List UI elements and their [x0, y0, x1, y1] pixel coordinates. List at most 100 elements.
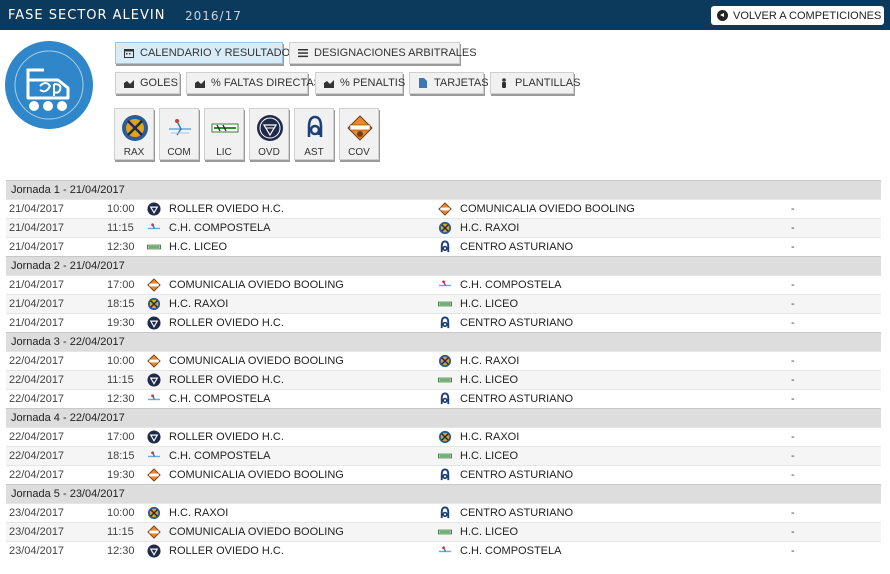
- match-date: 21/04/2017: [9, 279, 65, 291]
- away-team: CENTRO ASTURIANO: [460, 469, 574, 481]
- home-team: ROLLER OVIEDO H.C.: [169, 431, 284, 443]
- jornada-header: Jornada 3 - 22/04/2017: [6, 332, 881, 351]
- match-date: 23/04/2017: [9, 507, 65, 519]
- team-button-ast[interactable]: AST: [294, 108, 334, 160]
- list-icon: [298, 48, 308, 58]
- tab-goles[interactable]: GOLES: [115, 72, 180, 94]
- match-date: 22/04/2017: [9, 393, 65, 405]
- match-date: 21/04/2017: [9, 317, 65, 329]
- match-row[interactable]: 22/04/2017 12:30 C.H. COMPOSTELA CENTRO AST…: [6, 389, 881, 408]
- match-row[interactable]: 22/04/2017 18:15 C.H. COMPOSTELA H.C. LICEO…: [6, 446, 881, 465]
- tab-calendario-resultados[interactable]: CALENDARIO Y RESULTADOS: [115, 42, 298, 64]
- away-team: H.C. LICEO: [460, 374, 519, 386]
- centro-asturiano-crest-icon: [438, 240, 452, 257]
- away-team: CENTRO ASTURIANO: [460, 507, 574, 519]
- home-team: ROLLER OVIEDO H.C.: [169, 545, 284, 557]
- match-date: 22/04/2017: [9, 450, 65, 462]
- match-row[interactable]: 22/04/2017 10:00 COMUNICALIA OVIEDO BOOLIN…: [6, 351, 881, 370]
- comunicalia-oviedo-crest-icon: [347, 115, 373, 141]
- tab-label: % PENALTIS: [340, 77, 406, 89]
- home-team: COMUNICALIA OVIEDO BOOLING: [169, 279, 344, 291]
- home-team: ROLLER OVIEDO H.C.: [169, 317, 284, 329]
- tab-faltas-directas[interactable]: % FALTAS DIRECTAS: [186, 72, 321, 94]
- comunicalia-oviedo-crest-icon: [438, 202, 452, 219]
- results-table: Jornada 1 - 21/04/2017 21/04/2017 10:00 ROL…: [6, 180, 881, 560]
- area-chart-icon: [324, 78, 334, 88]
- match-time: 11:15: [107, 374, 134, 386]
- roller-oviedo-crest-icon: [147, 430, 161, 447]
- team-abbr: COM: [167, 147, 191, 158]
- match-row[interactable]: 21/04/2017 12:30 H.C. LICEO CENTRO ASTURIAN…: [6, 237, 881, 256]
- tab-plantillas[interactable]: PLANTILLAS: [490, 72, 580, 94]
- tab-label: DESIGNACIONES ARBITRALES: [314, 47, 477, 59]
- team-button-cov[interactable]: COV: [339, 108, 379, 160]
- match-date: 22/04/2017: [9, 374, 65, 386]
- match-row[interactable]: 23/04/2017 12:30 ROLLER OVIEDO H.C. C.H. CO…: [6, 541, 881, 560]
- liceo-crest-icon: [438, 525, 452, 542]
- team-button-com[interactable]: COM: [159, 108, 199, 160]
- match-time: 17:00: [107, 279, 135, 291]
- match-row[interactable]: 21/04/2017 17:00 COMUNICALIA OVIEDO BOOLIN…: [6, 275, 881, 294]
- away-team: H.C. RAXOI: [460, 355, 520, 367]
- tab-label: GOLES: [140, 77, 178, 89]
- centro-asturiano-crest-icon: [438, 506, 452, 523]
- raxoi-crest-icon: [147, 506, 161, 523]
- calendar-icon: [124, 48, 134, 58]
- away-team: H.C. LICEO: [460, 298, 519, 310]
- centro-asturiano-crest-icon: [438, 468, 452, 485]
- comunicalia-oviedo-crest-icon: [147, 278, 161, 295]
- tab-label: PLANTILLAS: [515, 77, 581, 89]
- compostela-crest-icon: [147, 221, 161, 238]
- tab-penaltis[interactable]: % PENALTIS: [315, 72, 406, 94]
- team-abbr: OVD: [258, 147, 280, 158]
- match-result: -: [791, 450, 795, 462]
- comunicalia-oviedo-crest-icon: [147, 468, 161, 485]
- away-team: C.H. COMPOSTELA: [460, 545, 562, 557]
- match-time: 12:30: [107, 545, 135, 557]
- compostela-crest-icon: [438, 544, 452, 561]
- match-time: 19:30: [107, 317, 135, 329]
- match-row[interactable]: 23/04/2017 10:00 H.C. RAXOI CENTRO ASTURIAN…: [6, 503, 881, 522]
- match-row[interactable]: 21/04/2017 11:15 C.H. COMPOSTELA H.C. RAXOI…: [6, 218, 881, 237]
- team-button-rax[interactable]: RAX: [114, 108, 154, 160]
- match-result: -: [791, 469, 795, 481]
- match-result: -: [791, 203, 795, 215]
- tab-tarjetas[interactable]: TARJETAS: [409, 72, 489, 94]
- home-team: C.H. COMPOSTELA: [169, 450, 271, 462]
- match-date: 22/04/2017: [9, 355, 65, 367]
- away-team: H.C. RAXOI: [460, 222, 520, 234]
- match-row[interactable]: 21/04/2017 18:15 H.C. RAXOI H.C. LICEO -: [6, 294, 881, 313]
- match-date: 21/04/2017: [9, 241, 65, 253]
- match-row[interactable]: 21/04/2017 19:30 ROLLER OVIEDO H.C. CENTRO …: [6, 313, 881, 332]
- away-team: C.H. COMPOSTELA: [460, 279, 562, 291]
- back-button-label: VOLVER A COMPETICIONES: [733, 9, 882, 22]
- team-button-ovd[interactable]: OVD: [249, 108, 289, 160]
- match-time: 11:15: [107, 526, 134, 538]
- match-result: -: [791, 298, 795, 310]
- match-time: 10:00: [107, 203, 135, 215]
- match-time: 18:15: [107, 450, 135, 462]
- tab-label: CALENDARIO Y RESULTADOS: [140, 47, 298, 59]
- jornada-header: Jornada 1 - 21/04/2017: [6, 180, 881, 199]
- tab-label: % FALTAS DIRECTAS: [211, 77, 322, 89]
- area-chart-icon: [124, 78, 134, 88]
- team-button-lic[interactable]: LIC: [204, 108, 244, 160]
- centro-asturiano-crest-icon: [438, 316, 452, 333]
- tab-designaciones-arbitrales[interactable]: DESIGNACIONES ARBITRALES: [289, 42, 477, 64]
- match-result: -: [791, 431, 795, 443]
- match-row[interactable]: 22/04/2017 17:00 ROLLER OVIEDO H.C. H.C. RA…: [6, 427, 881, 446]
- match-row[interactable]: 23/04/2017 11:15 COMUNICALIA OVIEDO BOOLIN…: [6, 522, 881, 541]
- match-row[interactable]: 22/04/2017 11:15 ROLLER OVIEDO H.C. H.C. LI…: [6, 370, 881, 389]
- match-date: 21/04/2017: [9, 298, 65, 310]
- match-result: -: [791, 279, 795, 291]
- away-team: CENTRO ASTURIANO: [460, 393, 574, 405]
- back-to-competitions-button[interactable]: VOLVER A COMPETICIONES: [711, 6, 884, 25]
- match-time: 11:15: [107, 222, 134, 234]
- roller-oviedo-crest-icon: [147, 202, 161, 219]
- match-result: -: [791, 526, 795, 538]
- match-row[interactable]: 21/04/2017 10:00 ROLLER OVIEDO H.C. COMUNIC…: [6, 199, 881, 218]
- team-abbr: COV: [348, 147, 370, 158]
- match-row[interactable]: 22/04/2017 19:30 COMUNICALIA OVIEDO BOOLIN…: [6, 465, 881, 484]
- match-time: 12:30: [107, 241, 135, 253]
- liceo-crest-icon: [147, 240, 161, 257]
